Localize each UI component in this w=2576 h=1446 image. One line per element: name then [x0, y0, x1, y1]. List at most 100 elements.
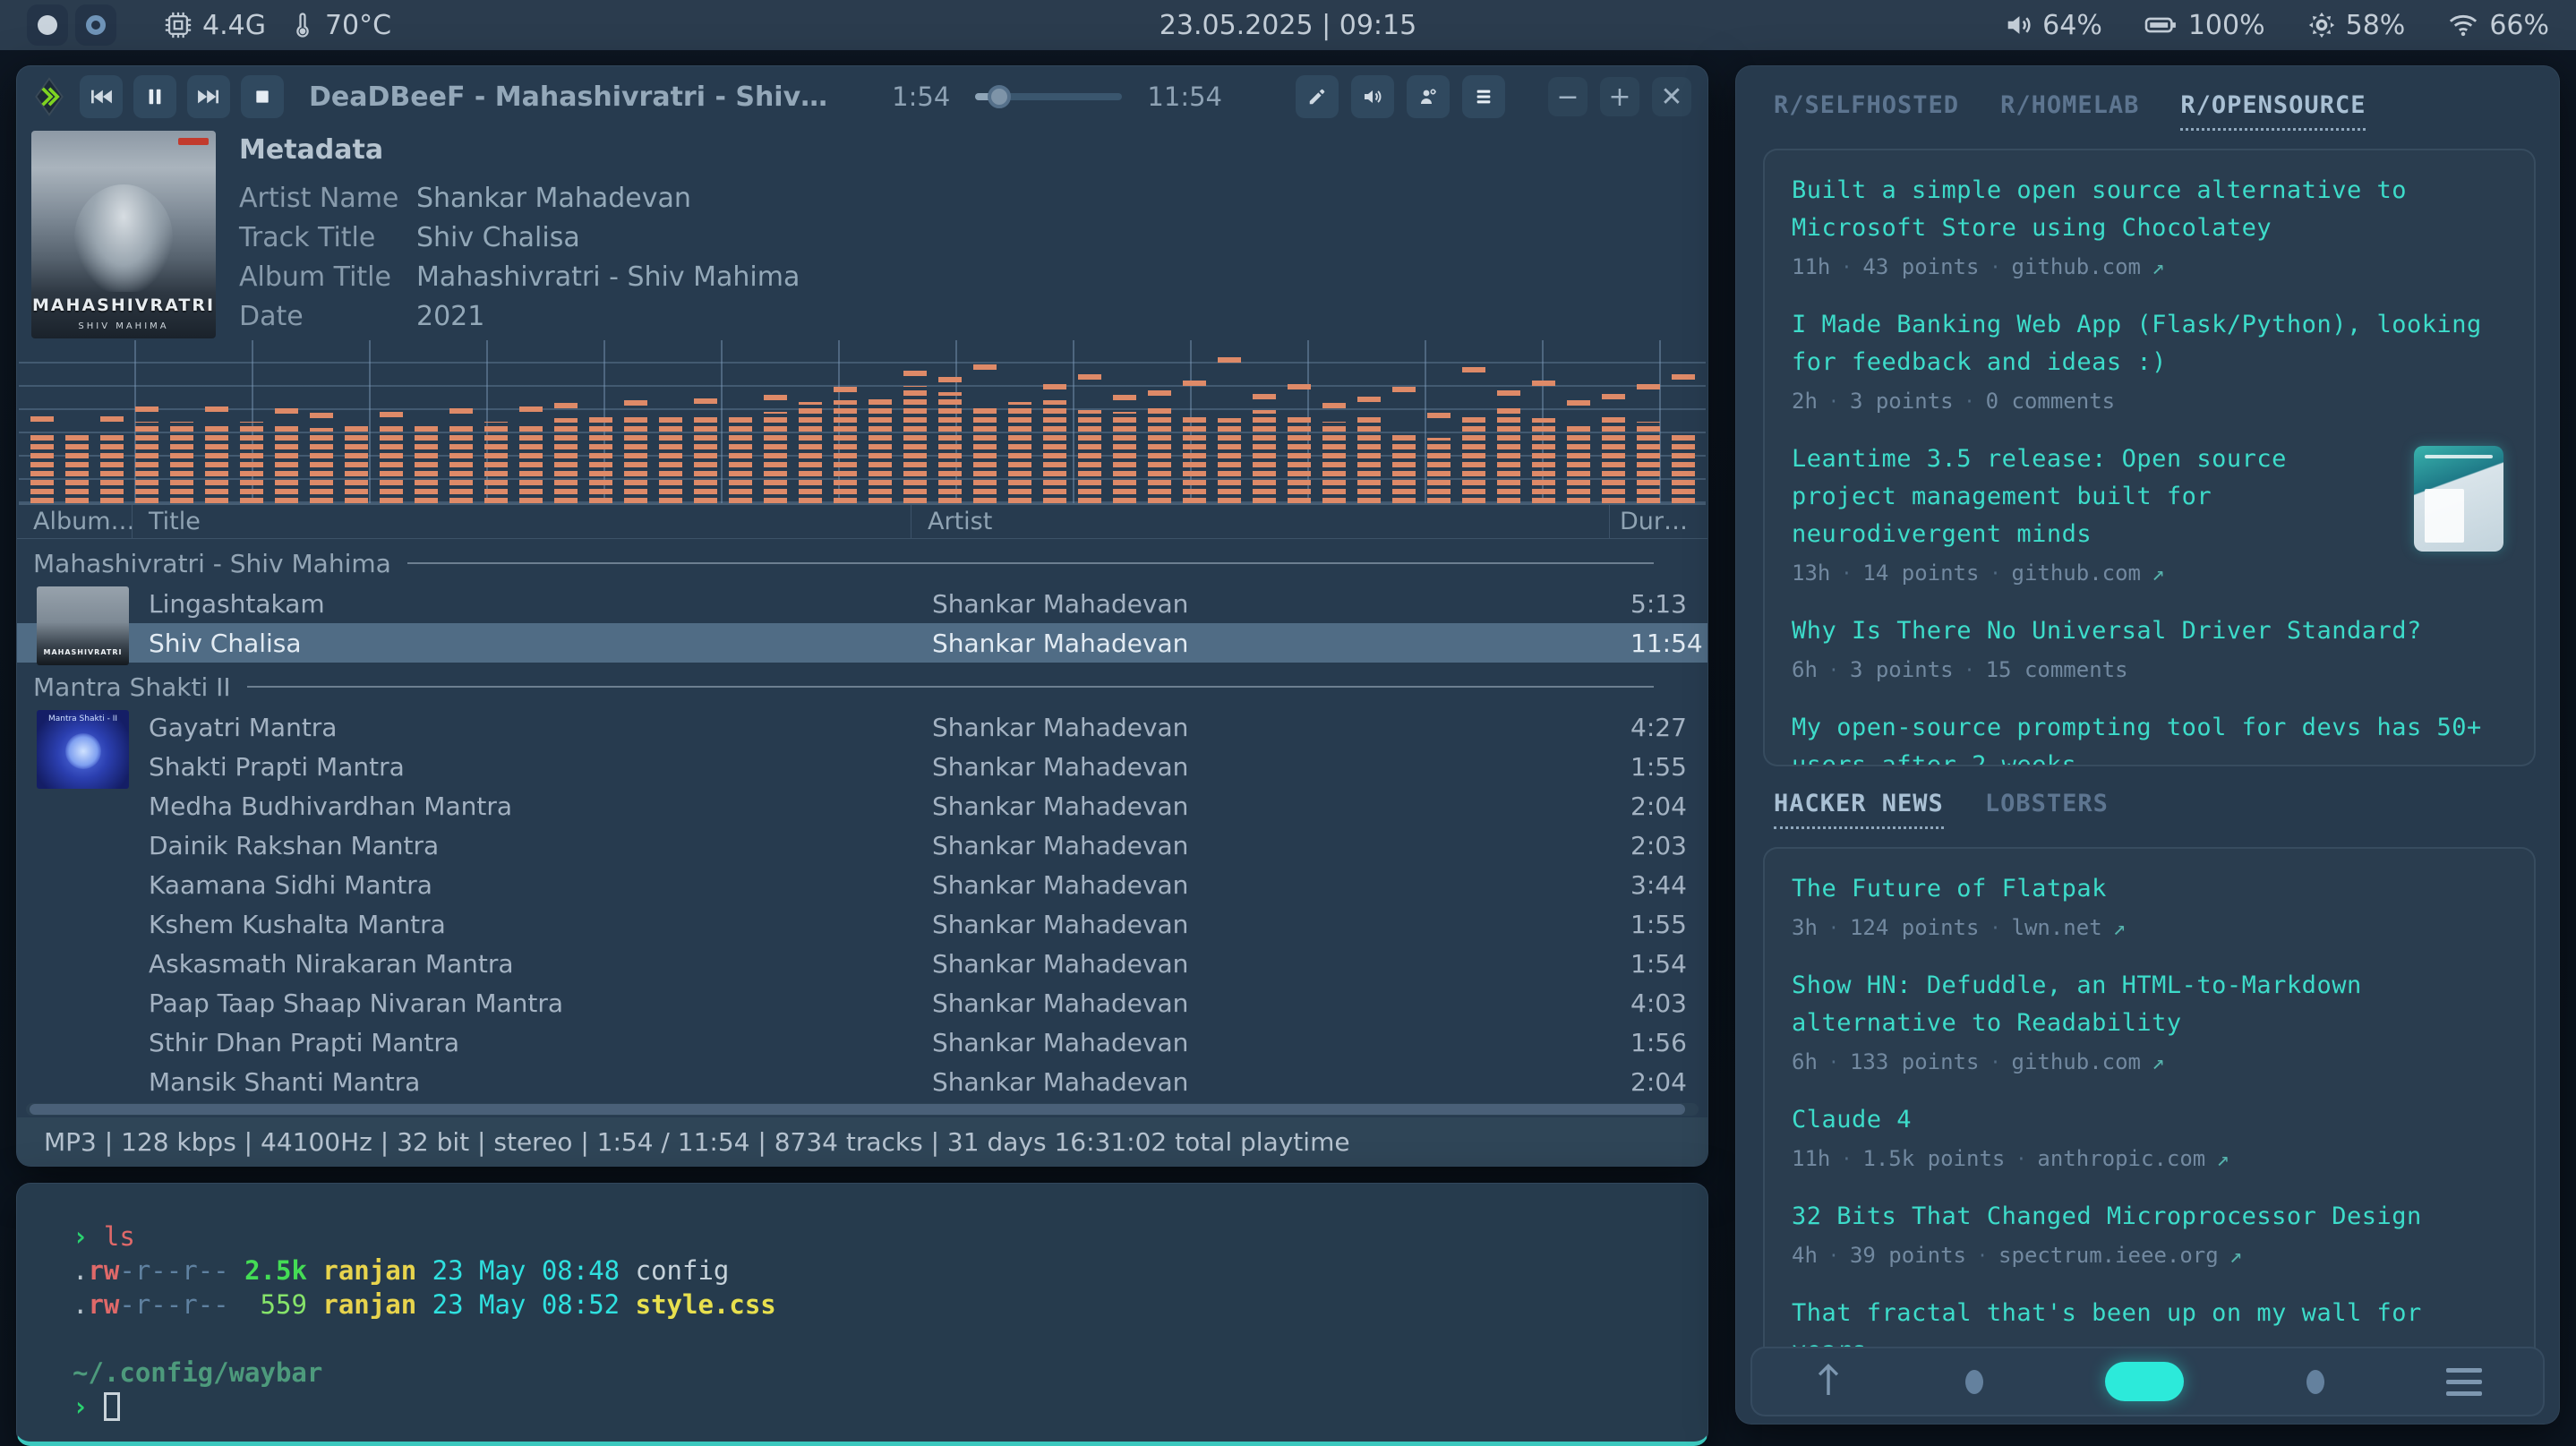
- spectrum-peak: [973, 364, 997, 370]
- external-link-icon: ↗: [2152, 254, 2164, 279]
- playlist-row[interactable]: LingashtakamShankar Mahadevan5:13: [17, 584, 1707, 623]
- close-button[interactable]: ✕: [1652, 77, 1691, 116]
- column-album[interactable]: Album…: [17, 505, 132, 538]
- news-item-source: github.com: [2012, 1049, 2142, 1074]
- reddit-tab-r-selfhosted[interactable]: R/SELFHOSTED: [1774, 91, 1959, 131]
- metadata-table: Metadata Artist NameShankar MahadevanTra…: [239, 131, 1691, 333]
- spectrum-bar: [1561, 340, 1596, 503]
- previous-button[interactable]: [80, 75, 123, 118]
- spectrum-bar: [1246, 340, 1281, 503]
- news-item-time: 3h: [1792, 915, 1818, 940]
- playlist-row[interactable]: Mansik Shanti MantraShankar Mahadevan2:0…: [17, 1062, 1707, 1101]
- meta-separator: ·: [1828, 1245, 1839, 1266]
- spectrum-bar: [443, 340, 478, 503]
- news-item-meta: 2h·3 points·0 comments: [1792, 389, 2507, 414]
- news-item-time: 11h: [1792, 254, 1830, 279]
- news-item[interactable]: Claude 411h·1.5k points·anthropic.com↗: [1792, 1101, 2507, 1171]
- playlist-menu-button[interactable]: [1462, 75, 1505, 118]
- playlist-row[interactable]: Shiv ChalisaShankar Mahadevan11:54: [17, 623, 1707, 663]
- news-item-meta: 6h·3 points·15 comments: [1792, 657, 2507, 682]
- playlist-row[interactable]: Paap Taap Shaap Nivaran MantraShankar Ma…: [17, 983, 1707, 1022]
- album-thumbnail-caption: Mantra Shakti - II: [37, 714, 129, 723]
- seek-slider[interactable]: [975, 93, 1122, 100]
- sound-settings-button[interactable]: [1351, 75, 1394, 118]
- news-item-time: 6h: [1792, 1049, 1818, 1074]
- edit-button[interactable]: [1296, 75, 1339, 118]
- terminal-window[interactable]: › ls.rw-r--r-- 2.5k ranjan 23 May 08:48 …: [16, 1183, 1708, 1446]
- spectrum-peak: [764, 395, 787, 400]
- spectrum-bar: [653, 340, 688, 503]
- maximize-button[interactable]: +: [1600, 77, 1639, 116]
- news-item-time: 13h: [1792, 560, 1830, 586]
- news-item-points: 3 points: [1850, 657, 1954, 682]
- wifi-module[interactable]: 66%: [2446, 10, 2549, 41]
- album-thumbnail-caption: MAHASHIVRATRI: [37, 648, 129, 656]
- reddit-tab-r-opensource[interactable]: R/OPENSOURCE: [2180, 91, 2366, 131]
- spectrum-analyzer: [19, 340, 1706, 505]
- news-item[interactable]: I Made Banking Web App (Flask/Python), l…: [1792, 306, 2507, 414]
- playlist-row[interactable]: Kshem Kushalta MantraShankar Mahadevan1:…: [17, 904, 1707, 944]
- plugins-button[interactable]: [1407, 75, 1450, 118]
- seek-knob[interactable]: [988, 85, 1011, 108]
- news-item-title: I Made Banking Web App (Flask/Python), l…: [1792, 306, 2507, 381]
- horizontal-scrollbar[interactable]: [26, 1103, 1699, 1116]
- track-title: Dainik Rakshan Mantra: [149, 831, 932, 860]
- page-dot[interactable]: [1965, 1370, 1983, 1394]
- playlist-row[interactable]: Dainik Rakshan MantraShankar Mahadevan2:…: [17, 826, 1707, 865]
- spectrum-peak: [100, 416, 124, 422]
- active-page-pill[interactable]: [2105, 1362, 2184, 1401]
- terminal-text: ls: [104, 1221, 135, 1252]
- news-item[interactable]: Show HN: Defuddle, an HTML-to-Markdown a…: [1792, 967, 2507, 1074]
- hn-tab-hacker-news[interactable]: HACKER NEWS: [1774, 790, 1944, 829]
- brightness-module[interactable]: 58%: [2306, 10, 2406, 41]
- next-button[interactable]: [187, 75, 230, 118]
- news-item[interactable]: The Future of Flatpak3h·124 points·lwn.n…: [1792, 870, 2507, 940]
- workspace-indicator[interactable]: [27, 4, 68, 46]
- news-item-title: Show HN: Defuddle, an HTML-to-Markdown a…: [1792, 967, 2507, 1042]
- spectrum-peak: [938, 377, 962, 382]
- page-dot[interactable]: [2306, 1370, 2324, 1394]
- spectrum-bar: [1177, 340, 1211, 503]
- playlist-row[interactable]: Askasmath Nirakaran MantraShankar Mahade…: [17, 944, 1707, 983]
- column-title[interactable]: Title: [132, 505, 911, 538]
- hn-tab-lobsters[interactable]: LOBSTERS: [1985, 790, 2109, 829]
- playlist-row[interactable]: Sthir Dhan Prapti MantraShankar Mahadeva…: [17, 1022, 1707, 1062]
- news-item[interactable]: My open-source prompting tool for devs h…: [1792, 709, 2507, 766]
- spectrum-bar: [1351, 340, 1386, 503]
- menu-icon[interactable]: [2446, 1368, 2482, 1396]
- stop-button[interactable]: [241, 75, 284, 118]
- scroll-top-icon[interactable]: [1813, 1360, 1844, 1403]
- column-artist[interactable]: Artist: [911, 505, 1609, 538]
- news-item[interactable]: Why Is There No Universal Driver Standar…: [1792, 612, 2507, 682]
- om-symbol: [65, 733, 101, 769]
- minimize-button[interactable]: −: [1548, 77, 1588, 116]
- album-thumbnail: Mantra Shakti - II: [37, 710, 129, 789]
- track-artist: Shankar Mahadevan: [932, 713, 1630, 742]
- pause-button[interactable]: [133, 75, 176, 118]
- playlist-row[interactable]: Shakti Prapti MantraShankar Mahadevan1:5…: [17, 747, 1707, 786]
- news-item[interactable]: 32 Bits That Changed Microprocessor Desi…: [1792, 1198, 2507, 1268]
- playlist-group-header: Mahashivratri - Shiv Mahima: [17, 543, 1707, 584]
- spectrum-bar: [513, 340, 548, 503]
- spectrum-peak: [1113, 395, 1136, 400]
- track-artist: Shankar Mahadevan: [932, 791, 1630, 821]
- news-item[interactable]: Leantime 3.5 release: Open source projec…: [1792, 441, 2507, 586]
- battery-module[interactable]: 100%: [2144, 10, 2265, 41]
- horizontal-scrollbar-thumb[interactable]: [30, 1104, 1685, 1115]
- playlist-row[interactable]: Kaamana Sidhi MantraShankar Mahadevan3:4…: [17, 865, 1707, 904]
- track-duration: 2:03: [1630, 831, 1707, 860]
- meta-separator: ·: [2015, 1148, 2026, 1169]
- terminal-text: 559: [261, 1289, 307, 1320]
- track-duration: 1:54: [1630, 949, 1707, 979]
- battery-icon: [2144, 10, 2179, 40]
- volume-module[interactable]: 64%: [2003, 10, 2102, 41]
- spectrum-bar: [1107, 340, 1142, 503]
- spectrum-peak: [1532, 381, 1555, 386]
- playlist-row[interactable]: Gayatri MantraShankar Mahadevan4:27: [17, 707, 1707, 747]
- workspace-indicator[interactable]: [75, 4, 116, 46]
- column-duration[interactable]: Dur…: [1609, 505, 1707, 538]
- playlist-row[interactable]: Medha Budhivardhan MantraShankar Mahadev…: [17, 786, 1707, 826]
- news-item[interactable]: Built a simple open source alternative t…: [1792, 172, 2507, 279]
- volume-icon: [2003, 10, 2033, 40]
- reddit-tab-r-homelab[interactable]: R/HOMELAB: [2000, 91, 2139, 131]
